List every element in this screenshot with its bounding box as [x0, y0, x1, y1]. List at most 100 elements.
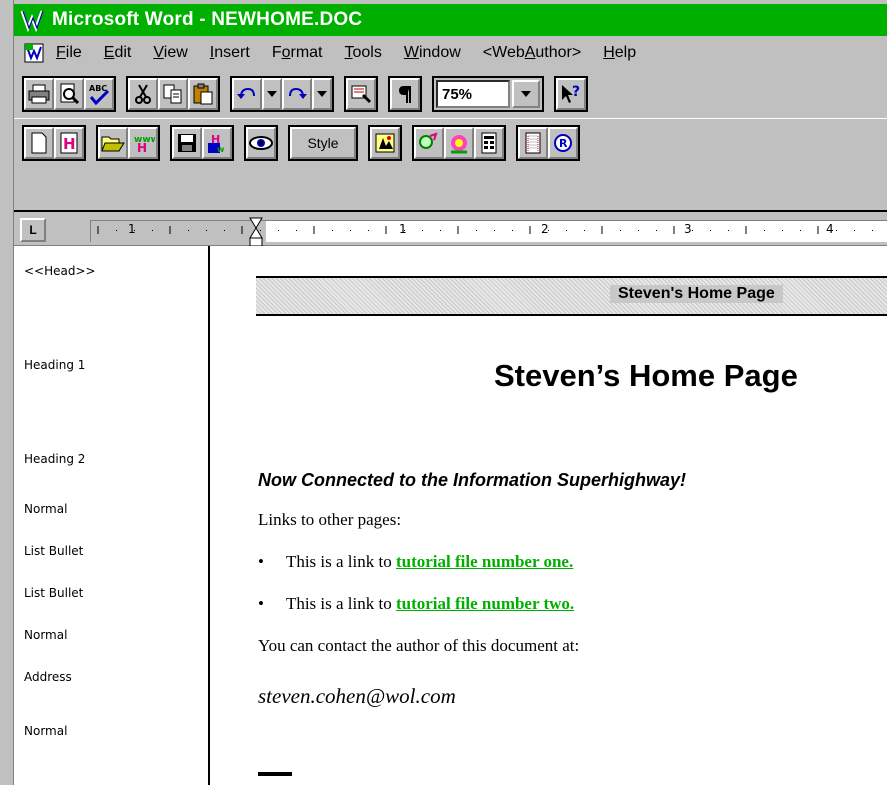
ruler-tick: [728, 230, 729, 231]
new-html-icon[interactable]: H: [54, 127, 84, 159]
show-paragraph-icon[interactable]: [390, 78, 420, 110]
menu-help[interactable]: Help: [603, 42, 636, 64]
heading-2: Now Connected to the Information Superhi…: [258, 470, 687, 490]
menu-insert[interactable]: Insert: [210, 42, 250, 64]
menu-format[interactable]: Format: [272, 42, 323, 64]
save-icon[interactable]: [172, 127, 202, 159]
menu-view[interactable]: View: [153, 42, 187, 64]
style-label-normal: Normal: [24, 628, 68, 642]
word-app-icon[interactable]: [20, 8, 46, 33]
style-area: <<Head>> Heading 1 Heading 2 Normal List…: [14, 246, 210, 785]
menu-edit[interactable]: Edit: [104, 42, 132, 64]
bullet-dot: •: [258, 594, 264, 613]
svg-text:w: w: [217, 145, 225, 154]
heading-1: Steven’s Home Page: [494, 358, 798, 393]
spelling-icon[interactable]: ABC: [84, 78, 114, 110]
author-email: steven.cohen@wol.com: [258, 684, 456, 708]
ruler-number-5: 4: [826, 222, 834, 236]
list-item: • This is a link to tutorial file number …: [258, 594, 574, 614]
open-url-icon[interactable]: www H: [128, 127, 158, 159]
open-icon[interactable]: [98, 127, 128, 159]
ruler-tick: [764, 230, 765, 231]
zoom-input[interactable]: 75%: [436, 80, 510, 108]
insert-link-icon[interactable]: [414, 127, 444, 159]
ruler-tick: [368, 230, 369, 231]
toolbar-group-format-painter: [344, 76, 378, 112]
svg-text:H: H: [137, 141, 147, 154]
ruler-tick: [692, 230, 693, 231]
style-label-normal: Normal: [24, 502, 68, 516]
toolbar-group-undo: [230, 76, 334, 112]
preview-browser-icon[interactable]: [246, 127, 276, 159]
menu-tools[interactable]: Tools: [345, 42, 382, 64]
tutorial-link-two[interactable]: tutorial file number two.: [396, 594, 574, 613]
ruler-tick: [260, 230, 261, 231]
svg-text:ABC: ABC: [89, 84, 107, 93]
format-painter-icon[interactable]: [346, 78, 376, 110]
ruler-number-1: 1: [128, 222, 136, 236]
toolbar-group-table: R: [516, 125, 580, 161]
print-icon[interactable]: [24, 78, 54, 110]
list-item: • This is a link to tutorial file number …: [258, 552, 573, 572]
undo-icon[interactable]: [232, 78, 262, 110]
style-label-heading1: Heading 1: [24, 358, 86, 372]
toolbar-group-clipboard: [126, 76, 220, 112]
copy-icon[interactable]: [158, 78, 188, 110]
window-title: Microsoft Word - NEWHOME.DOC: [52, 9, 363, 30]
ruler-tick: [206, 230, 207, 231]
ruler-number-4: 3: [684, 222, 692, 236]
ruler-tick: [494, 230, 495, 231]
toolbar-group-insert: [412, 125, 506, 161]
ruler-tick: [152, 230, 153, 231]
print-preview-icon[interactable]: [54, 78, 84, 110]
svg-text:H: H: [63, 135, 76, 153]
ruler[interactable]: L 1 1 2 3 4: [14, 210, 887, 247]
ruler-tick: [440, 230, 441, 231]
ruler-tick: [332, 230, 333, 231]
cut-icon[interactable]: [128, 78, 158, 110]
help-pointer-icon[interactable]: ?: [556, 78, 586, 110]
bullet-text: This is a link to: [285, 552, 396, 571]
head-title-bar[interactable]: Steven's Home Page: [256, 276, 887, 316]
zoom-dropdown-icon[interactable]: [512, 80, 540, 108]
style-label-list-bullet: List Bullet: [24, 586, 84, 600]
ruler-tick: [656, 230, 657, 231]
toolbar-group-image: [368, 125, 402, 161]
toolbar-group-style: Style: [288, 125, 358, 161]
insert-registered-icon[interactable]: R: [548, 127, 578, 159]
menu-window[interactable]: Window: [404, 42, 461, 64]
menu-webauthor[interactable]: <WebAuthor>: [483, 42, 581, 64]
ruler-tick: [710, 230, 711, 231]
ruler-tick: [854, 230, 855, 231]
toolbar-spacer: [14, 170, 887, 210]
tutorial-link-one[interactable]: tutorial file number one.: [396, 552, 573, 571]
style-button-label: Style: [307, 135, 339, 151]
style-label-heading2: Heading 2: [24, 452, 86, 466]
save-html-icon[interactable]: Hw: [202, 127, 232, 159]
redo-dropdown-icon[interactable]: [312, 78, 332, 110]
toolbar-group-new: H: [22, 125, 86, 161]
toolbar-group-paragraph: [388, 76, 422, 112]
ruler-tick: [512, 230, 513, 231]
ruler-tick: [350, 230, 351, 231]
insert-table-icon[interactable]: [518, 127, 548, 159]
insert-graphic-icon[interactable]: [444, 127, 474, 159]
undo-dropdown-icon[interactable]: [262, 78, 282, 110]
ruler-tick: [620, 230, 621, 231]
ruler-tick: [800, 230, 801, 231]
ruler-tick: [566, 230, 567, 231]
redo-icon[interactable]: [282, 78, 312, 110]
insert-form-icon[interactable]: [474, 127, 504, 159]
new-document-icon[interactable]: [24, 127, 54, 159]
style-label-list-bullet: List Bullet: [24, 544, 84, 558]
style-button[interactable]: Style: [290, 127, 356, 159]
svg-text:R: R: [559, 137, 568, 150]
menu-file[interactable]: File: [56, 42, 82, 64]
document-control-icon[interactable]: [22, 41, 48, 65]
toolbar-group-help: ?: [554, 76, 588, 112]
paste-icon[interactable]: [188, 78, 218, 110]
insert-image-icon[interactable]: [370, 127, 400, 159]
links-intro: Links to other pages:: [258, 510, 402, 529]
zoom-control: 75%: [432, 76, 544, 112]
document-area[interactable]: Steven's Home Page Steven’s Home Page No…: [212, 246, 887, 785]
